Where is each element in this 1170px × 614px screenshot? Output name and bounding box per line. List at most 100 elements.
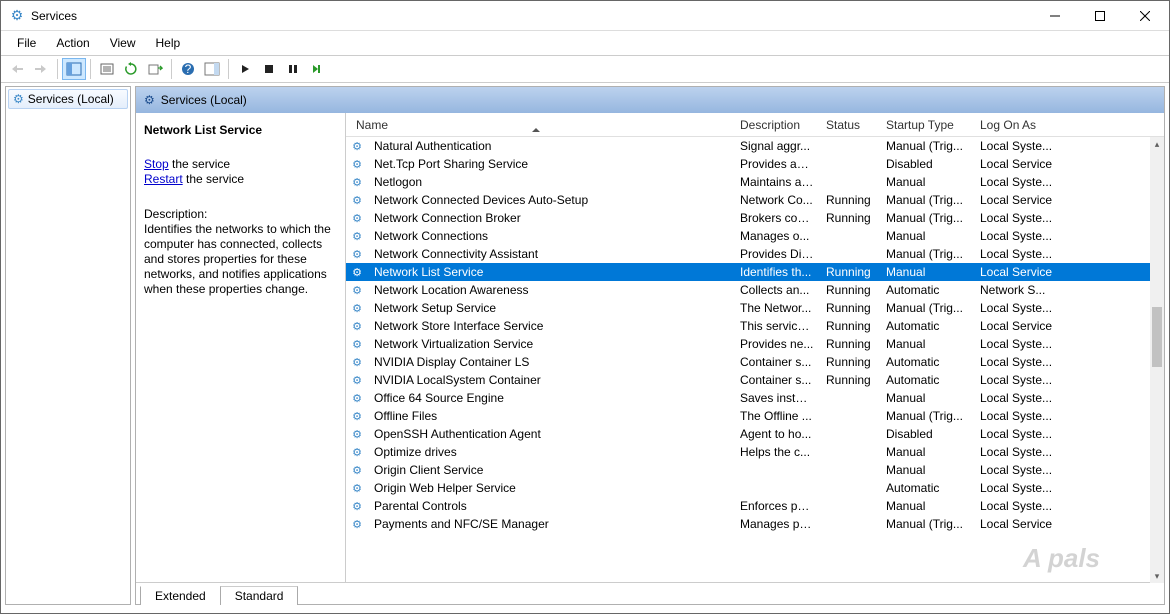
tree-pane[interactable]: ⚙ Services (Local): [5, 86, 131, 605]
service-row[interactable]: ⚙NetlogonMaintains a ...ManualLocal Syst…: [346, 173, 1164, 191]
scroll-up-icon[interactable]: ▴: [1150, 137, 1164, 151]
cell-name: Network Setup Service: [368, 301, 734, 315]
properties-button[interactable]: [95, 58, 119, 80]
cell-description: Provides abi...: [734, 157, 820, 171]
gear-icon: ⚙: [346, 410, 368, 423]
cell-logon: Local Syste...: [974, 409, 1064, 423]
cell-logon: Local Syste...: [974, 337, 1064, 351]
detail-pane: Network List Service Stop the service Re…: [136, 113, 346, 583]
main-pane: ⚙ Services (Local) Network List Service …: [135, 86, 1165, 605]
service-row[interactable]: ⚙Origin Client ServiceManualLocal Syste.…: [346, 461, 1164, 479]
service-row[interactable]: ⚙Network Virtualization ServiceProvides …: [346, 335, 1164, 353]
service-row[interactable]: ⚙Network Connectivity AssistantProvides …: [346, 245, 1164, 263]
cell-description: The Offline ...: [734, 409, 820, 423]
tab-standard[interactable]: Standard: [220, 586, 299, 605]
gear-icon: ⚙: [346, 428, 368, 441]
service-row[interactable]: ⚙Office 64 Source EngineSaves install...…: [346, 389, 1164, 407]
minimize-button[interactable]: [1032, 2, 1077, 30]
restart-service-button[interactable]: [305, 58, 329, 80]
vertical-scrollbar[interactable]: ▴ ▾: [1150, 137, 1164, 583]
gear-icon: ⚙: [346, 482, 368, 495]
scroll-thumb[interactable]: [1152, 307, 1162, 367]
service-row[interactable]: ⚙Network List ServiceIdentifies th...Run…: [346, 263, 1164, 281]
column-headers[interactable]: Name Description Status Startup Type Log…: [346, 113, 1164, 137]
cell-startup: Manual (Trig...: [880, 517, 974, 531]
cell-logon: Local Service: [974, 319, 1064, 333]
tab-extended[interactable]: Extended: [140, 586, 220, 605]
service-row[interactable]: ⚙NVIDIA Display Container LSContainer s.…: [346, 353, 1164, 371]
cell-logon: Local Syste...: [974, 247, 1064, 261]
service-row[interactable]: ⚙Network Setup ServiceThe Networ...Runni…: [346, 299, 1164, 317]
gear-icon: ⚙: [346, 356, 368, 369]
gear-icon: ⚙: [346, 194, 368, 207]
toolbar: ?: [1, 55, 1169, 83]
service-row[interactable]: ⚙Network Location AwarenessCollects an..…: [346, 281, 1164, 299]
help-button[interactable]: ?: [176, 58, 200, 80]
scroll-down-icon[interactable]: ▾: [1150, 569, 1164, 583]
stop-service-button[interactable]: [257, 58, 281, 80]
menu-view[interactable]: View: [100, 34, 146, 52]
gear-icon: ⚙: [13, 92, 24, 106]
export-list-button[interactable]: [143, 58, 167, 80]
service-row[interactable]: ⚙Origin Web Helper ServiceAutomaticLocal…: [346, 479, 1164, 497]
forward-button[interactable]: [29, 58, 53, 80]
gear-icon: ⚙: [346, 302, 368, 315]
cell-status: Running: [820, 355, 880, 369]
col-description[interactable]: Description: [734, 118, 820, 132]
cell-description: Network Co...: [734, 193, 820, 207]
cell-name: Office 64 Source Engine: [368, 391, 734, 405]
stop-link[interactable]: Stop: [144, 157, 169, 171]
col-startup[interactable]: Startup Type: [880, 118, 974, 132]
maximize-button[interactable]: [1077, 2, 1122, 30]
cell-name: Network Virtualization Service: [368, 337, 734, 351]
service-row[interactable]: ⚙Natural AuthenticationSignal aggr...Man…: [346, 137, 1164, 155]
cell-description: Manages pa...: [734, 517, 820, 531]
service-row[interactable]: ⚙Net.Tcp Port Sharing ServiceProvides ab…: [346, 155, 1164, 173]
service-row[interactable]: ⚙Network ConnectionsManages o...ManualLo…: [346, 227, 1164, 245]
cell-name: Network Connected Devices Auto-Setup: [368, 193, 734, 207]
service-row[interactable]: ⚙OpenSSH Authentication AgentAgent to ho…: [346, 425, 1164, 443]
cell-description: Enforces pa...: [734, 499, 820, 513]
col-logon[interactable]: Log On As: [974, 118, 1064, 132]
service-row[interactable]: ⚙Network Store Interface ServiceThis ser…: [346, 317, 1164, 335]
menu-file[interactable]: File: [7, 34, 46, 52]
cell-logon: Local Syste...: [974, 211, 1064, 225]
cell-description: Signal aggr...: [734, 139, 820, 153]
service-row[interactable]: ⚙Payments and NFC/SE ManagerManages pa..…: [346, 515, 1164, 533]
cell-logon: Local Syste...: [974, 391, 1064, 405]
cell-status: Running: [820, 265, 880, 279]
menu-bar: File Action View Help: [1, 31, 1169, 55]
restart-link[interactable]: Restart: [144, 172, 183, 186]
service-row[interactable]: ⚙Parental ControlsEnforces pa...ManualLo…: [346, 497, 1164, 515]
cell-logon: Local Syste...: [974, 445, 1064, 459]
menu-action[interactable]: Action: [46, 34, 99, 52]
cell-name: Natural Authentication: [368, 139, 734, 153]
action-pane-button[interactable]: [200, 58, 224, 80]
start-service-button[interactable]: [233, 58, 257, 80]
col-status[interactable]: Status: [820, 118, 880, 132]
pause-service-button[interactable]: [281, 58, 305, 80]
service-row[interactable]: ⚙Offline FilesThe Offline ...Manual (Tri…: [346, 407, 1164, 425]
service-row[interactable]: ⚙NVIDIA LocalSystem ContainerContainer s…: [346, 371, 1164, 389]
cell-logon: Local Syste...: [974, 229, 1064, 243]
service-row[interactable]: ⚙Network Connection BrokerBrokers con...…: [346, 209, 1164, 227]
refresh-button[interactable]: [119, 58, 143, 80]
service-row[interactable]: ⚙Optimize drivesHelps the c...ManualLoca…: [346, 443, 1164, 461]
gear-icon: ⚙: [346, 446, 368, 459]
back-button[interactable]: [5, 58, 29, 80]
close-button[interactable]: [1122, 2, 1167, 30]
cell-description: This service ...: [734, 319, 820, 333]
title-bar: ⚙ Services: [1, 1, 1169, 31]
cell-startup: Manual (Trig...: [880, 193, 974, 207]
col-name[interactable]: Name: [346, 118, 734, 132]
tree-root-item[interactable]: ⚙ Services (Local): [8, 89, 128, 109]
show-hide-tree-button[interactable]: [62, 58, 86, 80]
gear-icon: ⚙: [346, 212, 368, 225]
pane-title: Services (Local): [161, 93, 247, 107]
menu-help[interactable]: Help: [146, 34, 191, 52]
cell-name: Optimize drives: [368, 445, 734, 459]
view-tabs: Extended Standard: [136, 582, 1164, 604]
service-row[interactable]: ⚙Network Connected Devices Auto-SetupNet…: [346, 191, 1164, 209]
gear-icon: ⚙: [346, 230, 368, 243]
cell-startup: Manual (Trig...: [880, 409, 974, 423]
